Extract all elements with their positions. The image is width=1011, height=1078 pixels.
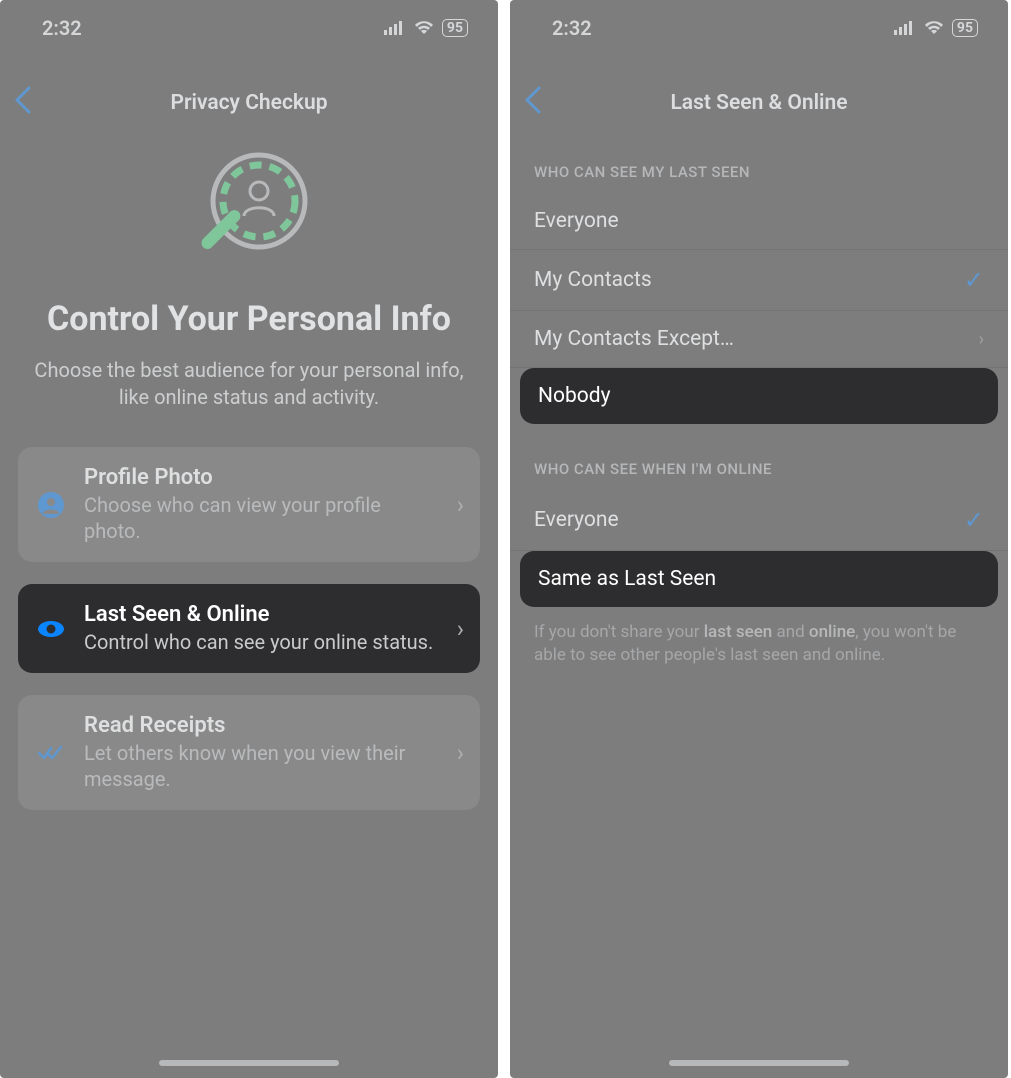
home-indicator[interactable]	[159, 1060, 339, 1066]
option-read-receipts[interactable]: Read Receipts Let others know when you v…	[18, 695, 480, 810]
status-right: 95	[384, 16, 468, 40]
row-label: Nobody	[538, 384, 611, 408]
phone-screen-1: 2:32 95 Privacy Checkup Control Your Per…	[0, 0, 498, 1078]
profile-photo-icon	[36, 492, 66, 518]
nav-title: Last Seen & Online	[670, 91, 847, 115]
battery-icon: 95	[952, 19, 978, 37]
double-check-icon	[36, 744, 66, 762]
status-bar: 2:32 95	[510, 0, 1008, 55]
row-everyone[interactable]: Everyone	[510, 193, 1008, 250]
option-desc: Choose who can view your profile photo.	[84, 492, 439, 544]
back-icon[interactable]	[14, 83, 32, 123]
nav-bar: Last Seen & Online	[510, 73, 1008, 133]
row-nobody[interactable]: Nobody	[520, 368, 998, 424]
phone-screen-2: 2:32 95 Last Seen & Online WHO CAN SEE M…	[510, 0, 1008, 1078]
hero-illustration-icon	[0, 151, 498, 271]
chevron-right-icon: ›	[979, 329, 984, 350]
footer-note: If you don't share your last seen and on…	[510, 607, 1008, 667]
nav-title: Privacy Checkup	[170, 91, 327, 115]
row-label: Same as Last Seen	[538, 567, 716, 591]
status-bar: 2:32 95	[0, 0, 498, 55]
checkmark-icon: ✓	[964, 266, 984, 294]
section-header: WHO CAN SEE WHEN I'M ONLINE	[510, 460, 1008, 478]
option-title: Read Receipts	[84, 713, 439, 738]
back-icon[interactable]	[524, 83, 542, 123]
chevron-right-icon: ›	[457, 739, 464, 767]
option-last-seen-online[interactable]: Last Seen & Online Control who can see y…	[18, 584, 480, 673]
status-time: 2:32	[552, 16, 592, 40]
checkmark-icon: ✓	[964, 506, 984, 534]
signal-icon	[384, 16, 406, 40]
option-title: Last Seen & Online	[84, 602, 439, 627]
wifi-icon	[414, 16, 434, 40]
option-desc: Control who can see your online status.	[84, 629, 439, 655]
page-title: Control Your Personal Info	[0, 299, 498, 339]
option-desc: Let others know when you view their mess…	[84, 740, 439, 792]
row-label: Everyone	[534, 508, 619, 532]
signal-icon	[894, 16, 916, 40]
section-online: WHO CAN SEE WHEN I'M ONLINE Everyone ✓ S…	[510, 460, 1008, 607]
row-my-contacts[interactable]: My Contacts ✓	[510, 250, 1008, 311]
battery-icon: 95	[442, 19, 468, 37]
row-label: Everyone	[534, 209, 619, 233]
nav-bar: Privacy Checkup	[0, 73, 498, 133]
wifi-icon	[924, 16, 944, 40]
row-online-everyone[interactable]: Everyone ✓	[510, 490, 1008, 551]
option-profile-photo[interactable]: Profile Photo Choose who can view your p…	[18, 447, 480, 562]
section-header: WHO CAN SEE MY LAST SEEN	[510, 163, 1008, 181]
option-list: Profile Photo Choose who can view your p…	[0, 447, 498, 810]
status-time: 2:32	[42, 16, 82, 40]
eye-icon	[36, 620, 66, 638]
row-my-contacts-except[interactable]: My Contacts Except… ›	[510, 311, 1008, 368]
home-indicator[interactable]	[669, 1060, 849, 1066]
row-label: My Contacts Except…	[534, 327, 734, 351]
option-title: Profile Photo	[84, 465, 439, 490]
status-right: 95	[894, 16, 978, 40]
chevron-right-icon: ›	[457, 491, 464, 519]
section-last-seen: WHO CAN SEE MY LAST SEEN Everyone My Con…	[510, 163, 1008, 424]
chevron-right-icon: ›	[457, 615, 464, 643]
page-subtitle: Choose the best audience for your person…	[0, 357, 498, 411]
row-same-as-last-seen[interactable]: Same as Last Seen	[520, 551, 998, 607]
row-label: My Contacts	[534, 268, 652, 292]
